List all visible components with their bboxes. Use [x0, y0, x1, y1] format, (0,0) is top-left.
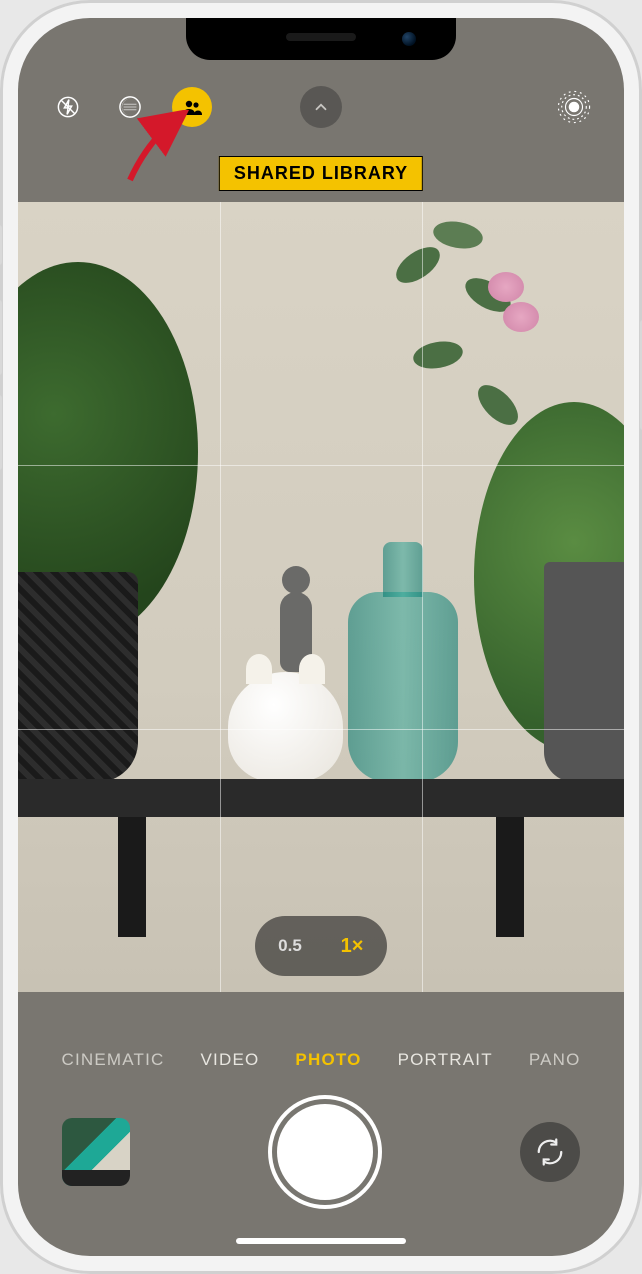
grid-line	[220, 202, 221, 992]
scene-bracket	[118, 817, 146, 937]
top-left-group	[48, 87, 212, 127]
top-controls	[18, 80, 624, 134]
flash-off-icon[interactable]	[48, 87, 88, 127]
scene-pot-left	[18, 572, 138, 782]
iphone-frame: SHARED LIBRARY	[0, 0, 642, 1274]
grid-line	[18, 729, 624, 730]
mode-pano[interactable]: PANO	[529, 1050, 581, 1070]
home-indicator[interactable]	[236, 1238, 406, 1244]
last-photo-thumbnail[interactable]	[62, 1118, 130, 1186]
flip-camera-button[interactable]	[520, 1122, 580, 1182]
grid-line	[18, 465, 624, 466]
chevron-up-icon[interactable]	[300, 86, 342, 128]
scene-cat-planter	[228, 672, 343, 782]
speaker-grille	[286, 33, 356, 41]
grid-line	[422, 202, 423, 992]
zoom-1x[interactable]: 1×	[323, 922, 381, 970]
zoom-selector[interactable]: 0.5 1×	[255, 916, 387, 976]
scene-shelf	[18, 779, 624, 817]
shared-library-banner: SHARED LIBRARY	[219, 156, 423, 191]
mode-selector[interactable]: CINEMATIC VIDEO PHOTO PORTRAIT PANO	[18, 1050, 624, 1070]
zoom-0-5x[interactable]: 0.5	[261, 922, 319, 970]
scene-vase	[348, 592, 458, 782]
volume-up	[0, 300, 2, 375]
notch	[186, 18, 456, 60]
volume-down	[0, 395, 2, 470]
scene-pot-right	[544, 562, 624, 782]
screen: SHARED LIBRARY	[18, 18, 624, 1256]
mode-cinematic[interactable]: CINEMATIC	[61, 1050, 164, 1070]
viewfinder[interactable]: 0.5 1×	[18, 202, 624, 992]
mode-photo[interactable]: PHOTO	[295, 1050, 361, 1070]
mode-portrait[interactable]: PORTRAIT	[398, 1050, 493, 1070]
shared-library-icon[interactable]	[172, 87, 212, 127]
mute-switch	[0, 225, 2, 265]
night-mode-icon[interactable]	[110, 87, 150, 127]
scene-bracket	[496, 817, 524, 937]
live-photo-icon[interactable]	[554, 87, 594, 127]
front-camera	[402, 32, 416, 46]
mode-video[interactable]: VIDEO	[201, 1050, 260, 1070]
shutter-button[interactable]	[277, 1104, 373, 1200]
bottom-bar	[18, 1078, 624, 1256]
